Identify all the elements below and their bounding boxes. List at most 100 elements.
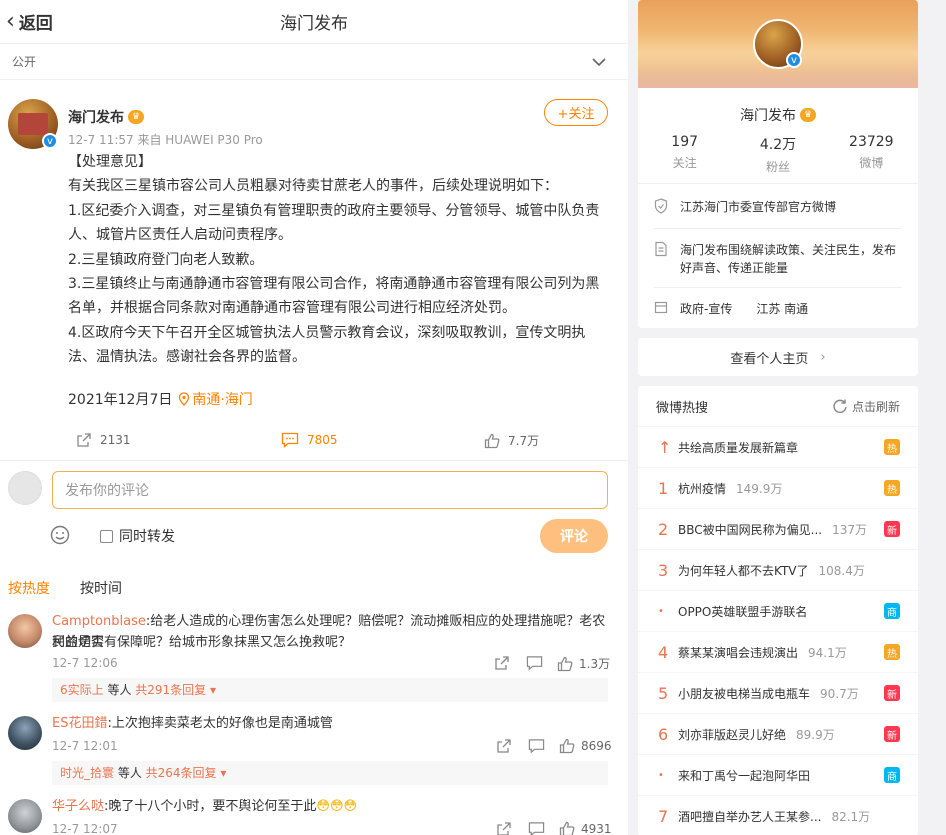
hot-search-item[interactable]: • OPPO英雄联盟手游联名 商 — [638, 590, 918, 631]
hot-badge: 新 — [884, 685, 900, 701]
hot-search-item[interactable]: 6 刘亦菲版赵灵儿好绝 89.9万 新 — [638, 713, 918, 754]
comment-icon[interactable] — [528, 738, 545, 754]
hot-search-item[interactable]: 1 杭州疫情 149.9万 热 — [638, 467, 918, 508]
hot-rank: 5 — [658, 683, 669, 703]
comment-like-count: 1.3万 — [579, 657, 611, 671]
like-count: 7.7万 — [508, 434, 540, 448]
category-row: 政府-宣传 江苏 南通 — [654, 300, 902, 318]
post-line: 有关我区三星镇市容公司人员粗暴对待卖甘蔗老人的事件，后续处理说明如下： — [68, 178, 558, 195]
hot-title-wrap: 小朋友被电梯当成电瓶车 90.7万 — [678, 685, 884, 702]
calendar-icon — [654, 301, 668, 314]
hot-search-item[interactable]: 5 小朋友被电梯当成电瓶车 90.7万 新 — [638, 672, 918, 713]
visibility-label: 公开 — [12, 55, 37, 69]
submit-comment-button[interactable]: 评论 — [540, 519, 608, 553]
stat-followers[interactable]: 4.2万 粉丝 — [731, 134, 824, 183]
refresh-button[interactable]: 点击刷新 — [832, 398, 900, 415]
comment-like-button[interactable]: 8696 — [559, 738, 612, 754]
location-link[interactable]: 南通·海门 — [178, 389, 253, 409]
hot-badge: 商 — [884, 603, 900, 619]
bio-row: 海门发布围绕解读政策、关注民生，发布好声音、传递正能量 — [654, 241, 902, 288]
hot-title-wrap: 为何年轻人都不去KTV了 108.4万 — [678, 562, 900, 579]
repost-checkbox[interactable]: 同时转发 — [100, 526, 175, 546]
profile-name[interactable]: 海门发布 ♛ — [638, 88, 918, 128]
share-icon[interactable] — [496, 738, 512, 754]
commenter-name[interactable]: ES花田錯 — [52, 716, 107, 731]
commenter-name[interactable]: 华子么哒 — [52, 799, 104, 814]
chevron-right-icon: › — [820, 349, 826, 365]
hot-title: 杭州疫情 — [678, 481, 727, 496]
commenter-avatar[interactable] — [8, 799, 42, 833]
author-name-text: 海门发布 — [68, 110, 124, 126]
stat-number: 4.2万 — [759, 137, 797, 153]
comment-input[interactable]: 发布你的评论 — [52, 471, 608, 509]
reply-mid: 等人 — [103, 683, 136, 697]
hot-title-wrap: BBC被中国网民称为偏见... 137万 — [678, 521, 884, 538]
hot-search-title: 微博热搜 — [656, 400, 709, 416]
post-date-row: 2021年12月7日 南通·海门 — [68, 389, 253, 409]
comment-icon[interactable] — [528, 821, 545, 835]
hot-rank: 7 — [658, 806, 669, 826]
like-button[interactable]: 7.7万 — [484, 432, 539, 449]
hot-title: 酒吧擅自举办艺人王某参... — [678, 809, 822, 824]
comment-body: :上次抱摔卖菜老太的好像也是南通城管 — [107, 716, 333, 731]
comment-button[interactable]: 7805 — [281, 432, 338, 448]
comment-like-button[interactable]: 4931 — [559, 821, 612, 835]
follow-button[interactable]: +关注 — [544, 99, 608, 126]
hot-title: 蔡某某演唱会违规演出 — [678, 645, 799, 660]
reply-count: 共264条回复 — [145, 766, 217, 780]
hot-title-wrap: 杭州疫情 149.9万 — [678, 480, 884, 497]
repost-button[interactable]: 2131 — [76, 432, 131, 448]
comment-like-button[interactable]: 1.3万 — [557, 655, 610, 672]
commenter-avatar[interactable] — [8, 716, 42, 750]
reply-summary[interactable]: 时光_拾寰 等人 共264条回复 ▾ — [52, 761, 608, 785]
hot-count: 90.7万 — [820, 686, 859, 701]
hot-search-item[interactable]: 7 酒吧擅自举办艺人王某参... 82.1万 — [638, 795, 918, 835]
emoji-icon[interactable] — [50, 525, 70, 545]
hot-rank: 2 — [658, 519, 669, 539]
refresh-icon — [833, 399, 847, 413]
hot-search-item[interactable]: ↑ 共绘高质量发展新篇章 热 — [638, 426, 918, 467]
visibility-selector[interactable]: 公开 — [0, 44, 628, 80]
hot-search-item[interactable]: 4 蔡某某演唱会违规演出 94.1万 热 — [638, 631, 918, 672]
comment-icon[interactable] — [526, 655, 543, 671]
reply-mid: 等人 — [114, 766, 146, 780]
profile-info: 江苏海门市委宣传部官方微博 海门发布围绕解读政策、关注民生，发布好声音、传递正能… — [638, 198, 918, 318]
reply-summary[interactable]: 6实际上 等人 共291条回复 ▾ — [52, 678, 608, 702]
thumb-up-icon — [559, 821, 575, 835]
share-icon[interactable] — [494, 655, 510, 671]
view-profile-button[interactable]: 查看个人主页 › — [638, 338, 918, 376]
comment-body: :晚了十八个小时，要不舆论何至于此 — [104, 799, 317, 814]
hot-title-wrap: 共绘高质量发展新篇章 — [678, 439, 884, 456]
share-icon[interactable] — [496, 821, 512, 835]
author-name[interactable]: 海门发布 ♛ — [68, 107, 144, 127]
hot-title-wrap: 酒吧擅自举办艺人王某参... 82.1万 — [678, 808, 900, 825]
tab-sort-hot[interactable]: 按热度 — [8, 578, 50, 598]
hot-search-item[interactable]: 2 BBC被中国网民称为偏见... 137万 新 — [638, 508, 918, 549]
hot-search-item[interactable]: 3 为何年轻人都不去KTV了 108.4万 — [638, 549, 918, 590]
verified-text: 江苏海门市委宣传部官方微博 — [680, 200, 837, 214]
back-button[interactable]: ‹ 返回 — [6, 9, 53, 34]
page-title: 海门发布 — [280, 14, 348, 34]
hot-badge: 热 — [884, 644, 900, 660]
comment-text-continued: 利益是否有保障呢？给城市形象抹黑又怎么挽救呢？ — [52, 635, 352, 650]
hot-search-item[interactable]: • 来和丁禹兮一起泡阿华田 商 — [638, 754, 918, 795]
stat-posts[interactable]: 23729 微博 — [825, 134, 918, 183]
emoji-sticker-icon: 😳😳😳 — [316, 799, 358, 814]
comment-time: 12-7 12:06 — [52, 656, 118, 670]
verified-icon: v — [786, 52, 802, 68]
thumb-up-icon — [557, 656, 573, 671]
caret-down-icon: ▾ — [210, 683, 217, 697]
tab-sort-time[interactable]: 按时间 — [80, 578, 122, 598]
commenter-avatar[interactable] — [8, 614, 42, 648]
post-line: 【处理意见】 — [68, 154, 152, 170]
commenter-name[interactable]: Camptonblase — [52, 614, 146, 629]
hot-badge: 新 — [884, 521, 900, 537]
comment-count: 7805 — [307, 433, 338, 447]
stat-label: 微博 — [859, 156, 884, 170]
comment-icon — [281, 432, 299, 448]
hot-count: 94.1万 — [808, 645, 847, 660]
stat-following[interactable]: 197 关注 — [638, 134, 731, 183]
profile-card: v 海门发布 ♛ 197 关注 4.2万 粉丝 23729 微博 江苏海门市委宣传部官… — [638, 0, 918, 328]
view-profile-label: 查看个人主页 — [730, 351, 809, 367]
post-line: 2.三星镇政府登门向老人致歉。 — [68, 251, 264, 268]
